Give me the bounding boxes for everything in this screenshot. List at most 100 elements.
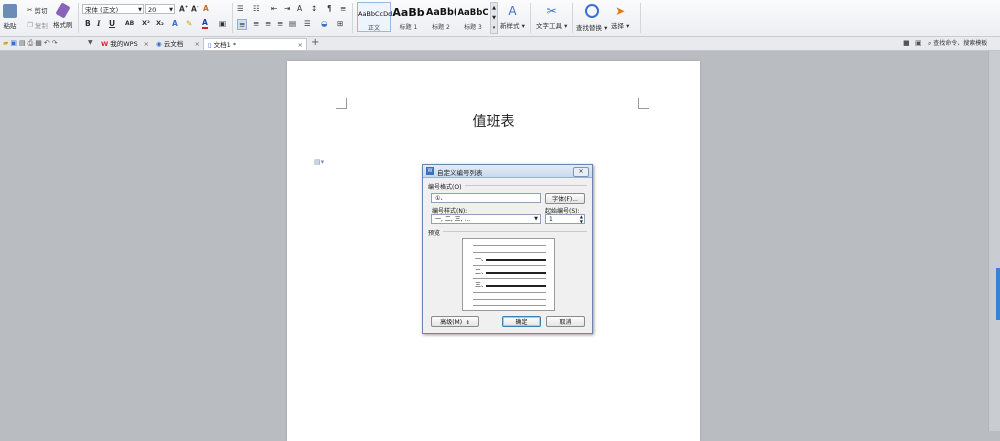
close-icon[interactable]: × [298, 39, 303, 51]
spacing-icon[interactable]: ☰ [304, 19, 311, 28]
chevron-down-icon: ▼ [534, 216, 538, 222]
paragraph-options-icon[interactable]: ▤▾ [314, 158, 324, 166]
sort-icon[interactable]: ↕ [311, 4, 317, 13]
text-tools-icon: ✂ [546, 4, 557, 18]
clear-format-icon[interactable]: A [203, 4, 209, 13]
separator [530, 3, 531, 33]
subscript-label: X₂ [156, 19, 164, 27]
font-name-select[interactable]: 宋体 (正文) ▼ [82, 4, 144, 14]
shading-icon[interactable]: ◒ [321, 19, 328, 28]
side-panel-tab[interactable] [996, 268, 1000, 320]
advanced-label: 高级(M) [440, 319, 463, 326]
copy-button[interactable]: ❐ 复制 [27, 20, 48, 30]
grow-font-icon[interactable]: A+ [179, 4, 188, 14]
dialog-titlebar: W 自定义编号列表 × [423, 165, 592, 178]
font-color-icon[interactable]: A [202, 19, 208, 29]
preview-line [473, 278, 546, 279]
redo-icon[interactable]: ↷ [52, 39, 60, 47]
ribbon-toolbar: 粘贴 ✂ 剪切 ❐ 复制 格式刷 宋体 (正文) ▼ 20 ▼ A+ A- A B I … [0, 0, 1000, 37]
shrink-font-icon[interactable]: A- [191, 4, 198, 14]
close-icon[interactable]: × [144, 38, 149, 50]
find-replace-button[interactable]: 查找替换 ▾ [576, 4, 607, 32]
group-line [443, 231, 587, 232]
underline-button[interactable]: U [109, 19, 115, 28]
number-style-select[interactable]: 一, 二, 三, ... ▼ [431, 214, 541, 224]
align-center-icon[interactable]: ≡ [253, 19, 259, 28]
borders-icon[interactable]: ⊞ [337, 19, 343, 28]
subscript-button[interactable]: X₂ [156, 19, 164, 27]
skin-icon[interactable]: ▣ [915, 39, 922, 47]
preview-line [473, 305, 546, 306]
distribute-icon[interactable]: ▤ [289, 19, 296, 28]
style-gallery-scroll[interactable]: ▲ ▼ ▾ [490, 2, 498, 34]
margin-mark [638, 98, 649, 109]
spin-arrows-icon[interactable]: ▲ ▼ [580, 214, 583, 224]
command-search[interactable]: ⌕ 查找命令、搜索模板 [928, 38, 1000, 49]
close-icon[interactable]: × [195, 38, 200, 50]
cancel-button[interactable]: 取消 [546, 316, 585, 327]
align-right-icon[interactable]: ≡ [265, 19, 271, 28]
bold-button[interactable]: B [85, 19, 91, 28]
style-heading-2[interactable]: AaBb( 标题 2 [426, 2, 456, 32]
align-left-icon[interactable]: ≡ [237, 19, 248, 30]
cut-button[interactable]: ✂ 剪切 [27, 5, 47, 15]
feedback-icon[interactable]: ■ [903, 39, 910, 47]
char-border-icon[interactable]: ▣ [219, 19, 226, 28]
number-format-input[interactable]: ①、 [431, 193, 541, 203]
ok-button[interactable]: 确定 [502, 316, 541, 327]
style-label: 正文 [367, 25, 380, 32]
chevron-down-icon[interactable]: ▼ [88, 39, 93, 46]
brush-icon [55, 2, 71, 19]
text-tools-button[interactable]: ✂ 文字工具 ▾ [536, 4, 567, 30]
tab-label: 我的WPS [110, 40, 138, 48]
chevron-down-icon: ▼ [169, 7, 173, 13]
close-icon[interactable]: × [573, 167, 589, 177]
font-size-select[interactable]: 20 ▼ [145, 4, 175, 14]
separator [78, 3, 79, 33]
document-title[interactable]: 值班表 [287, 111, 700, 131]
font-button[interactable]: 字体(F)... [545, 193, 585, 204]
style-sample: AaBb( [426, 7, 456, 18]
vertical-scrollbar[interactable] [988, 51, 1000, 431]
style-heading-3[interactable]: AaBbC 标题 3 [457, 2, 489, 32]
undo-icon[interactable]: ↶ [44, 39, 52, 47]
show-marks-icon[interactable]: ¶ [327, 4, 332, 13]
paste-label: 粘贴 [3, 22, 17, 30]
tab-my-wps[interactable]: W 我的WPS × [97, 38, 152, 50]
paste-button[interactable]: 粘贴 [3, 4, 17, 30]
save-icon[interactable]: ▣ [10, 39, 19, 47]
wps-logo-icon: W [101, 40, 109, 48]
advanced-button[interactable]: 高级(M) ⇕ [431, 316, 479, 327]
start-number-stepper[interactable]: 1 ▲ ▼ [545, 214, 585, 224]
custom-numbering-dialog: W 自定义编号列表 × 编号格式(O) ①、 字体(F)... 编号样式(N):… [422, 164, 593, 334]
text-effect-icon[interactable]: A [172, 19, 178, 28]
superscript-button[interactable]: X² [142, 19, 150, 27]
strike-button[interactable]: AB [125, 20, 134, 27]
new-style-button[interactable]: A 新样式 ▾ [500, 4, 525, 30]
indent-icon[interactable]: ⇥ [284, 4, 290, 13]
style-heading-1[interactable]: AaBb 标题 1 [392, 2, 425, 32]
justify-icon[interactable]: ≡ [277, 19, 283, 28]
outdent-icon[interactable]: ⇤ [271, 4, 277, 13]
style-sample: AaBbC [457, 8, 489, 18]
print-preview-icon[interactable]: ▤ [19, 39, 28, 47]
chinese-layout-icon[interactable]: A [297, 4, 302, 13]
tab-document-1[interactable]: ▯ 文档1 * × [203, 38, 307, 50]
italic-button[interactable]: I [97, 19, 101, 28]
line-spacing-icon[interactable]: ≡ [340, 4, 346, 13]
format-painter-button[interactable]: 格式刷 [53, 2, 73, 29]
tab-cloud-docs[interactable]: ◉ 云文档 × [152, 38, 203, 50]
quick-access-icons[interactable]: ▰▣▤⎙▦↶↷ [3, 39, 60, 48]
strike-label: AB [125, 20, 135, 27]
number-style-value: 一, 二, 三, ... [435, 216, 471, 223]
new-tab-icon[interactable]: + [311, 37, 319, 49]
tab-label: 云文档 [163, 40, 184, 48]
style-normal[interactable]: AaBbCcDd 正文 [357, 2, 392, 32]
select-button[interactable]: ➤ 选择 ▾ [611, 4, 629, 30]
highlight-icon[interactable]: ✎ [186, 19, 192, 28]
preview-line [486, 259, 546, 261]
bullets-icon[interactable]: ☰ [237, 4, 244, 13]
numbering-icon[interactable]: ☷ [253, 4, 260, 13]
margin-mark [336, 98, 347, 109]
export-icon[interactable]: ▦ [35, 39, 44, 47]
